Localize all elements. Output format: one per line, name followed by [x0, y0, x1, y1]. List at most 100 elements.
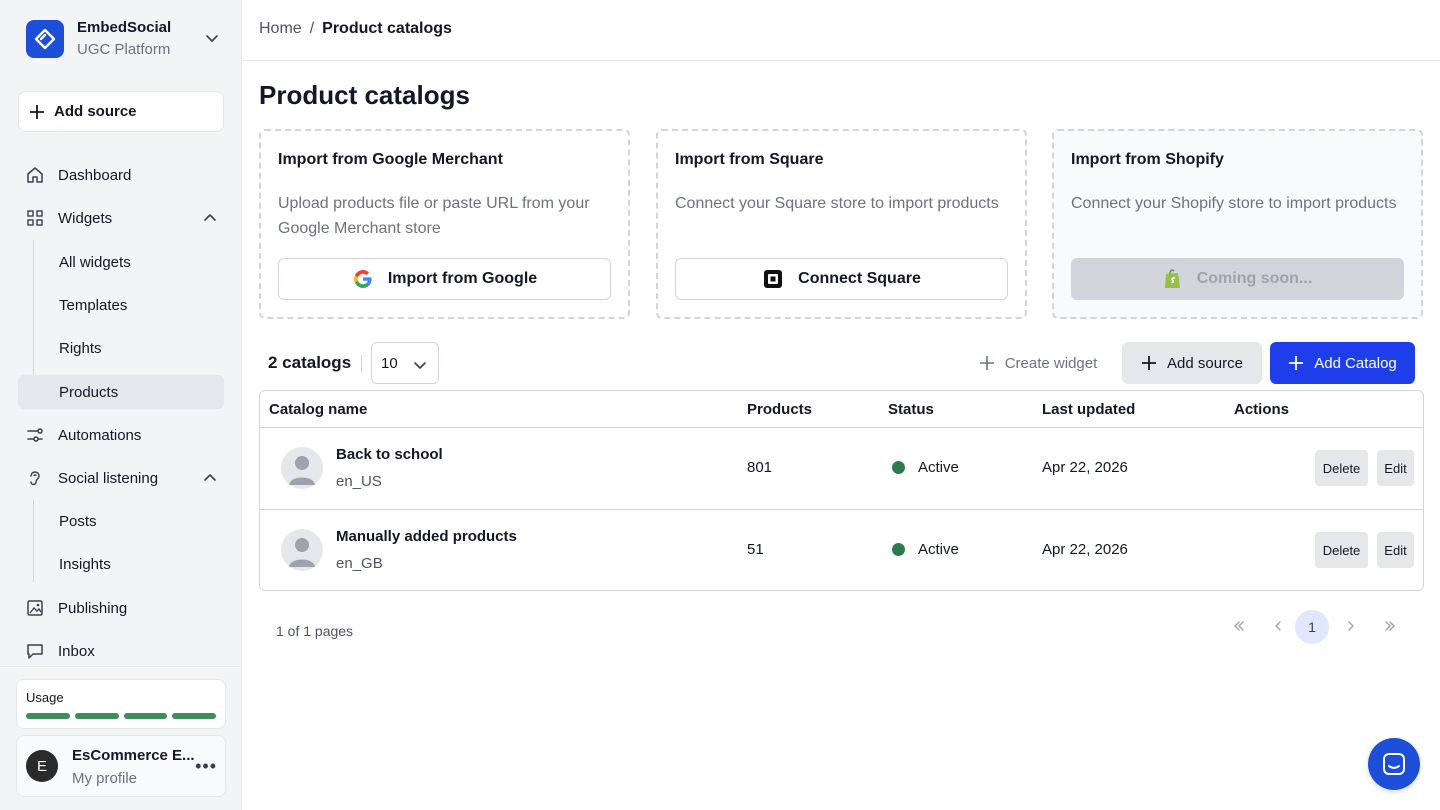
page-size-select[interactable]: 10 [371, 342, 439, 384]
header-actions: Actions [1234, 401, 1290, 418]
catalog-last-updated: Apr 22, 2026 [1042, 459, 1128, 476]
chat-bubble-icon [26, 642, 44, 660]
divider [361, 354, 362, 372]
usage-bar [26, 713, 70, 719]
sidebar-item-inbox[interactable]: Inbox [18, 634, 224, 668]
plus-icon [30, 104, 44, 119]
sidebar-item-social-listening[interactable]: Social listening [18, 461, 224, 495]
sidebar-item-rights[interactable]: Rights [18, 331, 224, 365]
embedsocial-logo-icon [26, 20, 64, 58]
grid-icon [26, 209, 44, 227]
previous-page-icon[interactable] [1264, 612, 1292, 640]
sidebar-item-label: Dashboard [58, 166, 132, 184]
sidebar-item-automations[interactable]: Automations [18, 418, 224, 452]
import-card-description: Connect your Shopify store to import pro… [1071, 195, 1397, 212]
automations-icon [26, 426, 44, 444]
import-card-square: Import from Square Connect your Square s… [656, 129, 1027, 319]
import-card-shopify: Import from Shopify Connect your Shopify… [1052, 129, 1423, 319]
header-products: Products [747, 401, 813, 418]
support-chat-button[interactable] [1368, 738, 1420, 790]
sidebar-item-widgets[interactable]: Widgets [18, 201, 224, 235]
add-source-toolbar-button[interactable]: Add source [1122, 342, 1262, 384]
ear-icon [26, 469, 44, 487]
table-row[interactable]: Back to school en_US 801 Active Apr 22, … [260, 428, 1423, 509]
sidebar-item-label: Social listening [58, 469, 159, 487]
home-icon [26, 166, 44, 184]
catalog-products: 801 [747, 459, 773, 476]
header-last-updated: Last updated [1042, 401, 1136, 418]
first-page-icon[interactable] [1225, 612, 1253, 640]
catalog-avatar-icon [281, 529, 323, 571]
add-source-label: Add source [1167, 354, 1243, 372]
image-icon [26, 599, 44, 617]
workspace-subtitle: UGC Platform [77, 41, 171, 58]
usage-bar [74, 713, 119, 719]
chevron-up-icon [204, 214, 216, 221]
sidebar-item-dashboard[interactable]: Dashboard [18, 158, 224, 192]
catalog-locale: en_US [336, 473, 382, 490]
delete-button[interactable]: Delete [1315, 450, 1368, 486]
page-1-button[interactable]: 1 [1295, 610, 1329, 644]
connect-square-button[interactable]: Connect Square [675, 258, 1008, 300]
connect-square-label: Connect Square [798, 270, 921, 287]
create-widget-button[interactable]: Create widget [966, 342, 1110, 384]
delete-button[interactable]: Delete [1315, 532, 1368, 568]
import-card-description: Upload products file or paste URL from y… [278, 195, 590, 237]
next-page-icon[interactable] [1337, 612, 1365, 640]
plus-icon [1142, 356, 1157, 370]
edit-button[interactable]: Edit [1377, 532, 1414, 568]
last-page-icon[interactable] [1376, 612, 1404, 640]
import-from-google-button[interactable]: Import from Google [278, 258, 611, 300]
status-text: Active [918, 459, 959, 476]
breadcrumb-separator: / [309, 20, 315, 37]
usage-label: Usage [26, 690, 64, 705]
breadcrumb-current: Product catalogs [322, 20, 452, 37]
import-card-google: Import from Google Merchant Upload produ… [259, 129, 630, 319]
pagination-summary: 1 of 1 pages [276, 623, 354, 639]
add-catalog-button[interactable]: Add Catalog [1270, 342, 1415, 384]
sidebar-item-insights[interactable]: Insights [18, 547, 224, 581]
profile-card[interactable]: E EsCommerce E... My profile ••• [16, 735, 226, 797]
import-card-title: Import from Google Merchant [278, 151, 503, 168]
add-source-button[interactable]: Add source [18, 91, 224, 132]
catalog-name[interactable]: Manually added products [336, 528, 517, 545]
add-source-label: Add source [54, 103, 137, 120]
sidebar-item-posts[interactable]: Posts [18, 504, 224, 538]
page-size-value: 10 [381, 354, 398, 372]
import-card-description: Connect your Square store to import prod… [675, 195, 999, 212]
square-logo-icon [764, 270, 783, 288]
breadcrumb-home[interactable]: Home [259, 20, 302, 38]
page-title: Product catalogs [259, 80, 470, 110]
catalog-name[interactable]: Back to school [336, 446, 443, 463]
add-catalog-label: Add Catalog [1314, 354, 1397, 372]
edit-button[interactable]: Edit [1377, 450, 1414, 486]
sidebar-item-products[interactable]: Products [18, 375, 224, 409]
topbar: Home / Product catalogs [243, 0, 1440, 61]
status-badge: Active [892, 459, 959, 476]
table-row[interactable]: Manually added products en_GB 51 Active … [260, 509, 1423, 590]
catalog-locale: en_GB [336, 555, 383, 572]
sidebar-item-publishing[interactable]: Publishing [18, 591, 224, 625]
more-options-icon[interactable]: ••• [195, 756, 217, 777]
catalog-avatar-icon [281, 447, 323, 489]
sidebar-item-templates[interactable]: Templates [18, 288, 224, 322]
import-from-google-label: Import from Google [387, 270, 538, 287]
shopify-bag-icon [1164, 269, 1180, 288]
workspace-switcher[interactable]: EmbedSocial UGC Platform [26, 18, 226, 60]
status-text: Active [918, 541, 959, 558]
sidebar-item-label: Automations [58, 426, 142, 444]
create-widget-label: Create widget [1004, 354, 1098, 372]
chevron-up-icon [204, 474, 216, 481]
catalog-table: Catalog name Products Status Last update… [259, 390, 1424, 591]
header-status: Status [888, 401, 934, 418]
sidebar-item-all-widgets[interactable]: All widgets [18, 245, 224, 279]
breadcrumb: Home / Product catalogs [259, 20, 452, 38]
sidebar: EmbedSocial UGC Platform Add source Dash… [0, 0, 242, 810]
sidebar-item-label: Publishing [58, 599, 128, 617]
catalog-count: 2 catalogs [268, 353, 352, 372]
chevron-down-icon [206, 35, 218, 42]
profile-subtitle: My profile [72, 770, 138, 787]
header-catalog-name: Catalog name [269, 401, 368, 418]
table-header: Catalog name Products Status Last update… [260, 391, 1423, 428]
usage-card[interactable]: Usage [16, 679, 226, 729]
